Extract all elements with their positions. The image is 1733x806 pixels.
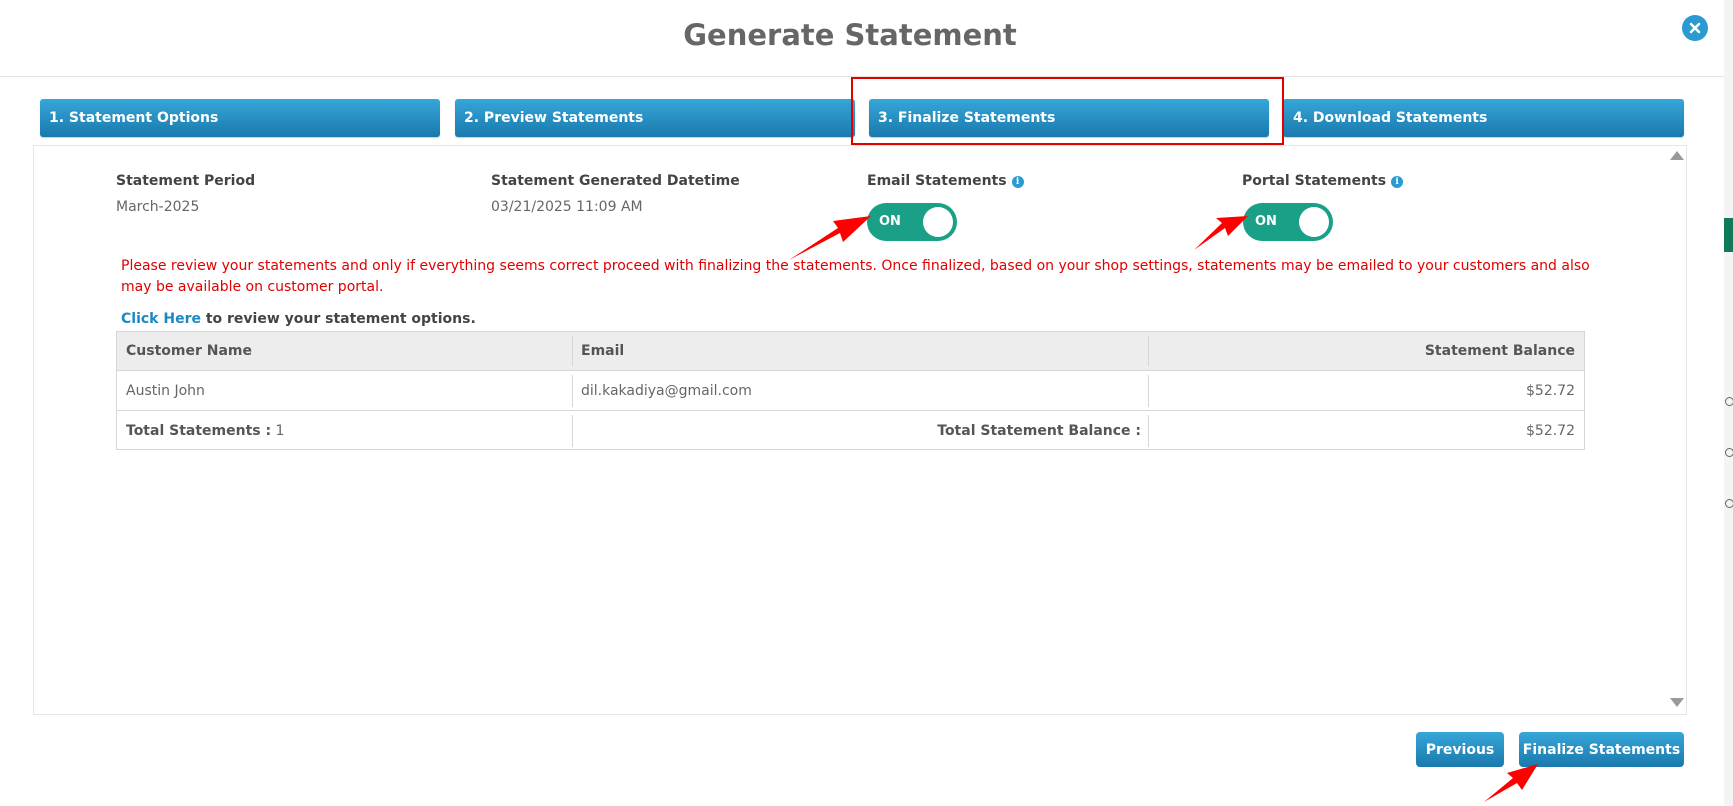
review-options-line: Click Here to review your statement opti…	[121, 311, 476, 327]
table-row: Austin John dil.kakadiya@gmail.com $52.7…	[117, 370, 1584, 411]
background-icon	[1725, 397, 1733, 406]
finalize-warning-text: Please review your statements and only i…	[121, 258, 1590, 295]
table-total-row: Total Statements : 1 Total Statement Bal…	[117, 410, 1584, 451]
balance-cell: $52.72	[1526, 383, 1575, 399]
statements-table: Customer Name Email Statement Balance Au…	[116, 331, 1585, 450]
background-page-edge	[1724, 0, 1733, 806]
statement-period-value: March-2025	[116, 199, 200, 215]
header-email: Email	[581, 343, 625, 359]
toggle-knob	[1299, 207, 1329, 237]
toggle-label: ON	[879, 214, 901, 229]
step-statement-options[interactable]: 1. Statement Options	[40, 99, 440, 137]
review-options-text: to review your statement options.	[200, 311, 476, 327]
active-step-highlight	[851, 77, 1284, 145]
pointer-arrow-icon	[1194, 216, 1248, 250]
dialog-header: Generate Statement	[0, 0, 1724, 77]
table-header-row: Customer Name Email Statement Balance	[117, 332, 1584, 370]
header-statement-balance: Statement Balance	[1424, 343, 1575, 359]
step-download-statements[interactable]: 4. Download Statements	[1283, 99, 1684, 137]
click-here-link[interactable]: Click Here	[121, 311, 201, 327]
dialog-title: Generate Statement	[683, 18, 1017, 52]
step-preview-statements[interactable]: 2. Preview Statements	[455, 99, 855, 137]
generated-datetime-label: Statement Generated Datetime	[491, 173, 740, 189]
portal-statements-text: Portal Statements	[1242, 173, 1387, 189]
background-icon	[1725, 499, 1733, 508]
statement-period-label: Statement Period	[116, 173, 256, 189]
total-balance-label: Total Statement Balance :	[937, 423, 1141, 439]
total-balance-value: $52.72	[1526, 423, 1575, 439]
email-statements-text: Email Statements	[867, 173, 1007, 189]
finalize-statements-button[interactable]: Finalize Statements	[1519, 732, 1684, 767]
pointer-arrow-icon	[1484, 764, 1538, 802]
portal-statements-toggle[interactable]: ON	[1243, 203, 1333, 241]
total-statements-count: 1	[275, 423, 285, 439]
toggle-label: ON	[1255, 214, 1277, 229]
total-statements-cell: Total Statements : 1	[126, 411, 566, 451]
header-customer-name: Customer Name	[126, 343, 252, 359]
close-icon	[1689, 22, 1701, 34]
total-statements-label: Total Statements :	[126, 423, 272, 439]
toggle-knob	[923, 207, 953, 237]
info-icon[interactable]: i	[1391, 176, 1404, 188]
close-button[interactable]	[1682, 15, 1708, 41]
portal-statements-label: Portal Statements i	[1242, 173, 1404, 189]
generated-datetime-value: 03/21/2025 11:09 AM	[491, 199, 643, 215]
pointer-arrow-icon	[789, 216, 871, 260]
generate-statement-dialog: Generate Statement 1. Statement Options …	[0, 0, 1724, 806]
email-statements-label: Email Statements i	[867, 173, 1024, 189]
email-cell: dil.kakadiya@gmail.com	[581, 383, 752, 399]
scroll-up-icon[interactable]	[1670, 151, 1684, 160]
email-statements-toggle[interactable]: ON	[867, 203, 957, 241]
info-icon[interactable]: i	[1011, 176, 1024, 188]
customer-name-cell: Austin John	[126, 383, 205, 399]
background-icon	[1725, 448, 1733, 457]
scroll-down-icon[interactable]	[1670, 698, 1684, 707]
